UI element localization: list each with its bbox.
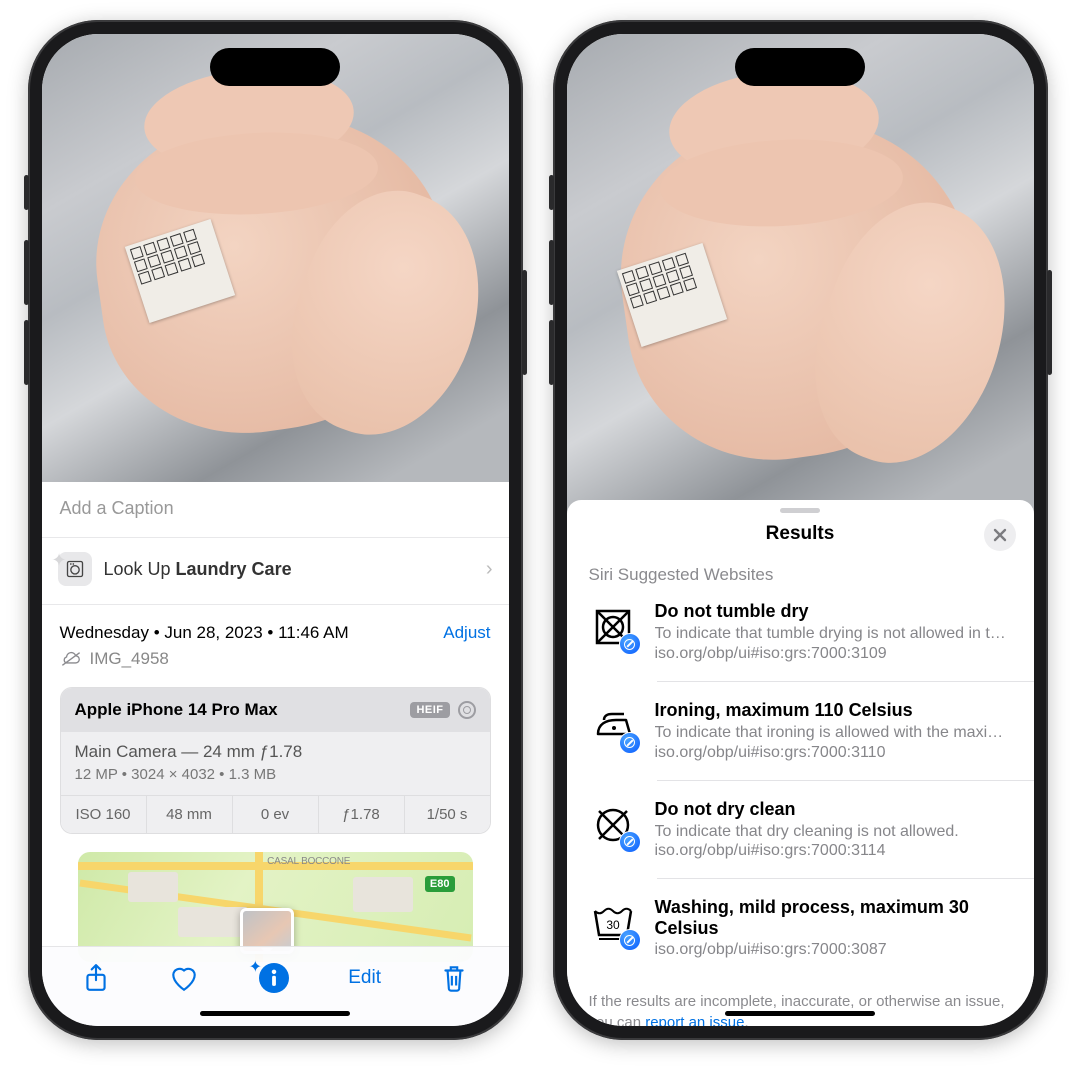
results-list: Do not tumble dry To indicate that tumbl… xyxy=(567,591,1034,977)
result-url: iso.org/obp/ui#iso:grs:7000:3114 xyxy=(655,842,1012,860)
live-photo-icon xyxy=(458,701,476,719)
exif-iso: ISO 160 xyxy=(61,796,147,833)
exif-aperture: ƒ1.78 xyxy=(319,796,405,833)
result-title: Do not tumble dry xyxy=(655,601,1012,622)
report-issue-link[interactable]: report an issue xyxy=(645,1014,744,1026)
photo-metadata: Wednesday • Jun 28, 2023 • 11:46 AM Adju… xyxy=(42,605,509,962)
share-button[interactable] xyxy=(83,963,109,993)
result-title: Do not dry clean xyxy=(655,799,1012,820)
photo-date: Wednesday • Jun 28, 2023 • 11:46 AM xyxy=(60,623,349,643)
result-desc: To indicate that ironing is allowed with… xyxy=(655,723,1012,744)
side-button[interactable] xyxy=(1047,270,1052,375)
svg-text:30: 30 xyxy=(606,918,620,932)
result-title: Ironing, maximum 110 Celsius xyxy=(655,700,1012,721)
iphone-right: Results Siri Suggested Websites Do not t… xyxy=(553,20,1048,1040)
silence-switch[interactable] xyxy=(24,175,29,210)
result-url: iso.org/obp/ui#iso:grs:7000:3109 xyxy=(655,645,1012,663)
safari-icon xyxy=(619,633,641,655)
favorite-button[interactable] xyxy=(169,964,199,992)
close-icon xyxy=(993,528,1007,542)
edit-button[interactable]: Edit xyxy=(348,967,381,989)
result-item[interactable]: Do not dry clean To indicate that dry cl… xyxy=(657,780,1034,879)
result-item[interactable]: Ironing, maximum 110 Celsius To indicate… xyxy=(657,681,1034,780)
sheet-title: Results xyxy=(766,523,835,545)
safari-icon xyxy=(619,929,641,951)
section-header: Siri Suggested Websites xyxy=(567,559,1034,591)
info-button[interactable]: ✦ xyxy=(259,963,289,993)
result-url: iso.org/obp/ui#iso:grs:7000:3110 xyxy=(655,744,1012,762)
lookup-label: Look Up Laundry Care xyxy=(104,559,474,580)
camera-info-card: Apple iPhone 14 Pro Max HEIF Main Camera… xyxy=(60,687,491,834)
safari-icon xyxy=(619,831,641,853)
result-item[interactable]: 30 Washing, mild process, maximum 30 Cel… xyxy=(657,878,1034,977)
do-not-dry-clean-icon xyxy=(589,801,637,849)
lens-info: Main Camera — 24 mm ƒ1.78 xyxy=(75,742,476,762)
home-indicator[interactable] xyxy=(200,1011,350,1016)
laundry-icon: ✦ xyxy=(58,552,92,586)
exif-focal: 48 mm xyxy=(147,796,233,833)
map-area-label: CASAL BOCCONE xyxy=(267,856,350,867)
exif-ev: 0 ev xyxy=(233,796,319,833)
ironing-110-icon xyxy=(589,702,637,750)
home-indicator[interactable] xyxy=(725,1011,875,1016)
volume-down-button[interactable] xyxy=(549,320,554,385)
iphone-left: Add a Caption ✦ Look Up Laundry Care › W… xyxy=(28,20,523,1040)
silence-switch[interactable] xyxy=(549,175,554,210)
results-footer: If the results are incomplete, inaccurat… xyxy=(567,977,1034,1026)
safari-icon xyxy=(619,732,641,754)
chevron-right-icon: › xyxy=(486,558,493,581)
photo-preview[interactable] xyxy=(42,34,509,482)
do-not-tumble-dry-icon xyxy=(589,603,637,651)
close-button[interactable] xyxy=(984,519,1016,551)
volume-up-button[interactable] xyxy=(24,240,29,305)
volume-down-button[interactable] xyxy=(24,320,29,385)
photo-preview[interactable] xyxy=(567,34,1034,514)
caption-input[interactable]: Add a Caption xyxy=(42,482,509,538)
result-desc: To indicate that dry cleaning is not all… xyxy=(655,822,1012,843)
result-url: iso.org/obp/ui#iso:grs:7000:3087 xyxy=(655,941,1012,959)
exif-shutter: 1/50 s xyxy=(405,796,490,833)
route-badge: E80 xyxy=(425,876,455,892)
format-badge: HEIF xyxy=(410,702,449,718)
volume-up-button[interactable] xyxy=(549,240,554,305)
delete-button[interactable] xyxy=(441,963,467,993)
info-icon xyxy=(259,963,289,993)
image-dimensions: 12 MP • 3024 × 4032 • 1.3 MB xyxy=(75,766,476,783)
result-title: Washing, mild process, maximum 30 Celsiu… xyxy=(655,897,1012,939)
side-button[interactable] xyxy=(522,270,527,375)
filename: IMG_4958 xyxy=(90,649,169,669)
device-name: Apple iPhone 14 Pro Max xyxy=(75,700,278,720)
sparkle-icon: ✦ xyxy=(52,550,67,571)
dynamic-island xyxy=(210,48,340,86)
dynamic-island xyxy=(735,48,865,86)
results-sheet[interactable]: Results Siri Suggested Websites Do not t… xyxy=(567,500,1034,1026)
visual-lookup-row[interactable]: ✦ Look Up Laundry Care › xyxy=(42,538,509,605)
result-item[interactable]: Do not tumble dry To indicate that tumbl… xyxy=(589,591,1034,681)
result-desc: To indicate that tumble drying is not al… xyxy=(655,624,1012,645)
adjust-button[interactable]: Adjust xyxy=(443,623,490,643)
wash-30-icon: 30 xyxy=(589,899,637,947)
cloud-slash-icon xyxy=(60,650,82,668)
